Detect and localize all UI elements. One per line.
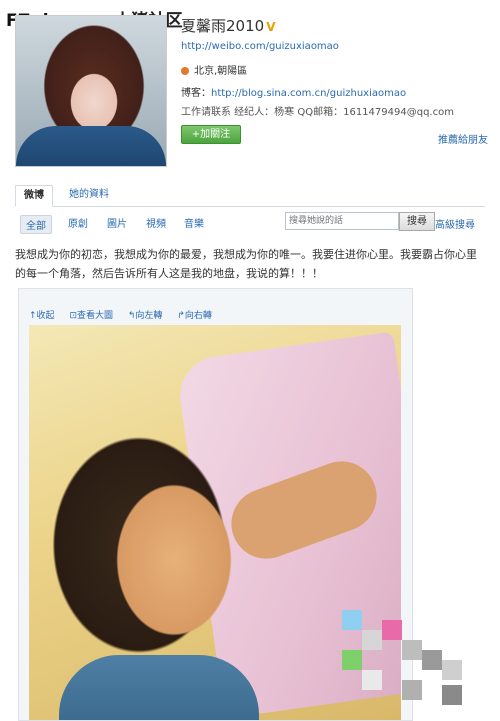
profile-name: 夏馨雨2010 V xyxy=(181,15,275,36)
filter-bar: 全部 原創 圖片 視頻 音樂 搜尋 高級搜尋 xyxy=(15,208,485,236)
collapse-icon: ↑ xyxy=(29,311,37,321)
profile-name-text: 夏馨雨2010 xyxy=(181,17,265,35)
filter-music[interactable]: 音樂 xyxy=(184,215,204,230)
blog-label: 博客： xyxy=(181,88,211,99)
rotate-right-button[interactable]: ↱向右轉 xyxy=(177,311,212,321)
blog-row: 博客：http://blog.sina.com.cn/guizhuxiaomao xyxy=(181,84,406,99)
filter-all[interactable]: 全部 xyxy=(20,215,52,234)
advanced-search-link[interactable]: 高級搜尋 xyxy=(435,216,475,231)
search-input[interactable] xyxy=(285,212,399,230)
recommend-to-friend-link[interactable]: 推薦給朋友 xyxy=(438,131,488,146)
rotate-right-label: 向右轉 xyxy=(184,311,212,321)
filter-pictures[interactable]: 圖片 xyxy=(107,215,127,230)
rotate-left-label: 向左轉 xyxy=(135,311,163,321)
avatar-shoulder xyxy=(16,126,166,166)
collapse-label: 收起 xyxy=(36,311,55,321)
filter-videos[interactable]: 視頻 xyxy=(146,215,166,230)
profile-avatar[interactable] xyxy=(15,15,167,167)
location-row: 北京,朝陽區 xyxy=(181,62,247,77)
weibo-url-link[interactable]: http://weibo.com/guizuxiaomao xyxy=(181,41,339,52)
media-toolbar: ↑收起 ⊡查看大圖 ↰向左轉 ↱向右轉 xyxy=(29,308,224,322)
location-icon xyxy=(181,67,189,75)
photo-face xyxy=(89,455,259,665)
magnify-icon: ⊡ xyxy=(69,311,77,321)
view-large-label: 查看大圖 xyxy=(76,311,113,321)
search-button[interactable]: 搜尋 xyxy=(399,212,435,231)
profile-tabs: 微博 她的資料 xyxy=(15,182,485,207)
post-text: 我想成为你的初恋，我想成为你的最爱，我想成为你的唯一。我要住进你心里。我要霸占你… xyxy=(15,248,477,280)
collapse-button[interactable]: ↑收起 xyxy=(29,311,57,321)
rotate-left-button[interactable]: ↰向左轉 xyxy=(128,311,165,321)
blog-url-link[interactable]: http://blog.sina.com.cn/guizhuxiaomao xyxy=(211,88,406,99)
tab-weibo[interactable]: 微博 xyxy=(15,185,53,207)
corner-mosaic-watermark xyxy=(342,600,482,710)
filter-original[interactable]: 原創 xyxy=(68,215,88,230)
rotate-right-icon: ↱ xyxy=(177,311,185,321)
work-contact: 工作请联系 经纪人：杨寒 QQ邮箱：1611479494@qq.com xyxy=(181,107,454,118)
location-text: 北京,朝陽區 xyxy=(194,66,248,77)
follow-button[interactable]: +加關注 xyxy=(181,125,241,144)
photo-shirt xyxy=(59,655,259,720)
verified-icon: V xyxy=(266,20,276,34)
tab-her-profile[interactable]: 她的資料 xyxy=(61,185,117,205)
view-large-button[interactable]: ⊡查看大圖 xyxy=(69,311,115,321)
